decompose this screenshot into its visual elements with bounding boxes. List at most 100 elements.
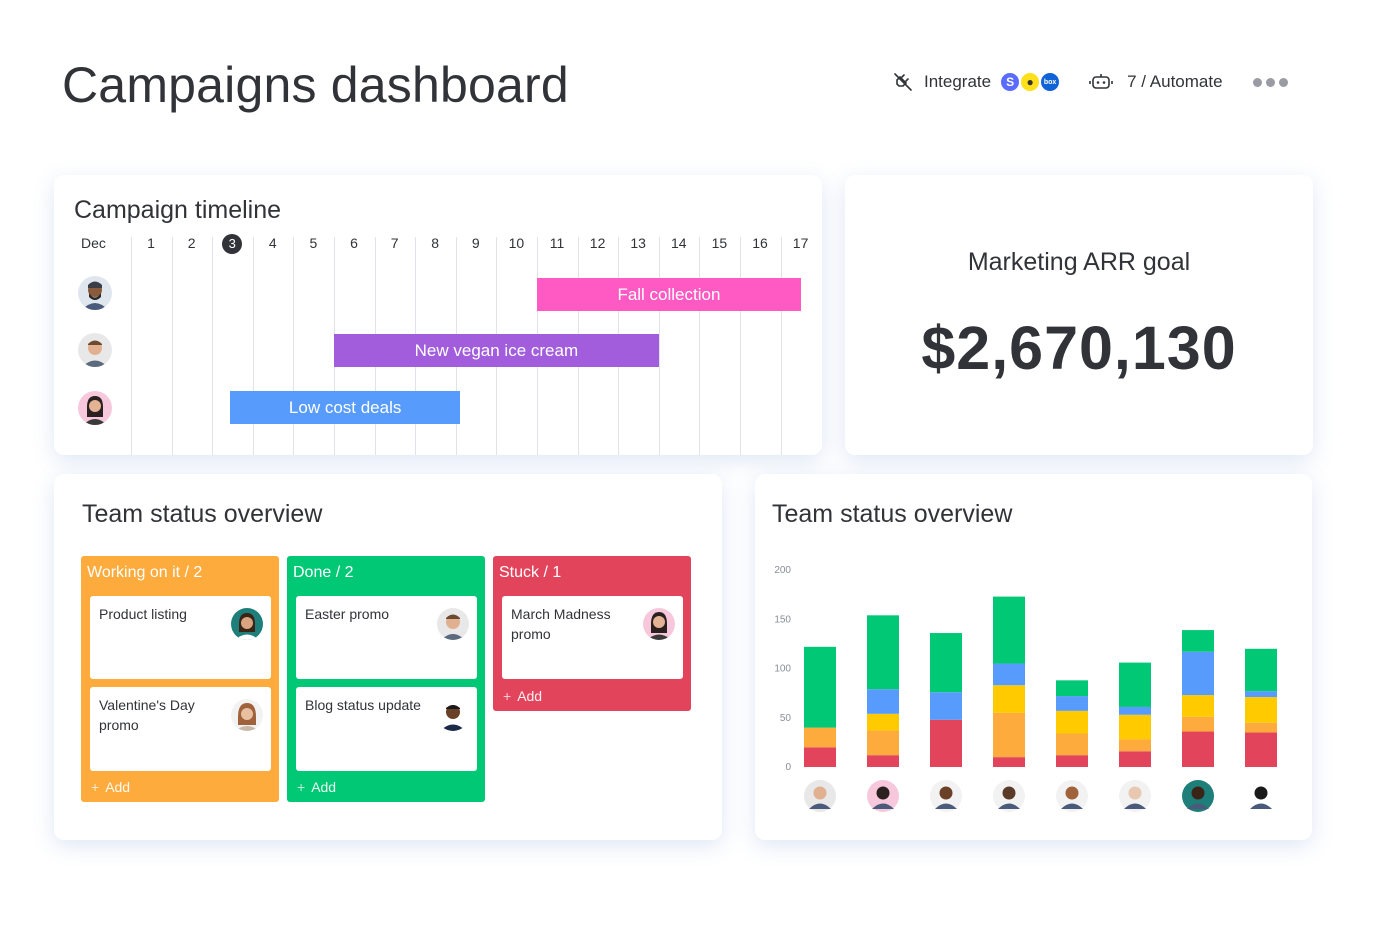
timeline-month: Dec	[81, 235, 106, 251]
bar-segment[interactable]	[1182, 630, 1214, 652]
widget-title: Campaign timeline	[74, 196, 282, 224]
timeline-day: 16	[752, 235, 768, 251]
timeline-day: 3	[212, 234, 252, 254]
bar-segment[interactable]	[1119, 706, 1151, 715]
bar-segment[interactable]	[1056, 733, 1088, 756]
bar-segment[interactable]	[867, 713, 899, 731]
bar-segment[interactable]	[930, 633, 962, 693]
plus-icon: +	[297, 779, 306, 795]
avatar[interactable]	[78, 391, 112, 425]
plus-icon: +	[503, 688, 512, 704]
y-tick-label: 0	[785, 762, 791, 773]
bar-segment[interactable]	[1245, 697, 1277, 723]
bar-segment[interactable]	[1182, 716, 1214, 732]
dot	[1278, 77, 1288, 87]
bar-segment[interactable]	[867, 730, 899, 756]
kanban-card[interactable]: Valentine's Day promo	[90, 687, 271, 771]
grid-line	[212, 237, 214, 455]
timeline-bar-low-cost-deals[interactable]: Low cost deals	[230, 391, 460, 424]
bar-segment[interactable]	[1119, 739, 1151, 752]
column-header[interactable]: Done / 2	[287, 556, 485, 590]
timeline-day: 17	[792, 235, 809, 251]
column-header[interactable]: Working on it / 2	[81, 556, 279, 590]
bar-segment[interactable]	[993, 712, 1025, 758]
bar-segment[interactable]	[993, 663, 1025, 686]
s-app-icon[interactable]: S	[999, 71, 1022, 93]
add-item-button[interactable]: + Add	[91, 779, 130, 795]
bar-segment[interactable]	[1182, 695, 1214, 717]
avatar[interactable]	[930, 780, 962, 812]
mailchimp-icon[interactable]: ●	[1019, 71, 1042, 93]
kanban-card[interactable]: Easter promo	[296, 596, 477, 679]
bar-segment[interactable]	[1182, 731, 1214, 767]
grid-line	[171, 237, 173, 455]
y-tick-label: 200	[774, 565, 791, 576]
kanban-card[interactable]: March Madness promo	[502, 596, 683, 679]
card-title: Valentine's Day promo	[99, 697, 195, 733]
timeline-day: 5	[309, 235, 318, 251]
kanban-column-working-on-it: Working on it / 2 Product listing Valent…	[81, 556, 279, 802]
integrate-button[interactable]: Integrate	[892, 71, 991, 93]
bar-segment[interactable]	[1056, 755, 1088, 767]
bar-segment[interactable]	[867, 615, 899, 690]
bar-segment[interactable]	[1119, 751, 1151, 767]
automate-button[interactable]: 7 / Automate	[1089, 72, 1223, 92]
add-item-button[interactable]: + Add	[503, 688, 542, 704]
bar-segment[interactable]	[804, 727, 836, 748]
bar-segment[interactable]	[1245, 691, 1277, 698]
column-header[interactable]: Stuck / 1	[493, 556, 691, 590]
bar-segment[interactable]	[1119, 714, 1151, 740]
bar-segment[interactable]	[1245, 722, 1277, 733]
avatar[interactable]	[867, 780, 899, 812]
avatar-head	[1191, 786, 1205, 800]
avatar	[643, 608, 675, 640]
avatar-head	[1128, 786, 1142, 800]
toolbar: Integrate S ● box 7 / Automate	[892, 68, 1292, 96]
timeline-day: 8	[431, 235, 440, 251]
bar-segment[interactable]	[867, 755, 899, 767]
bar-segment[interactable]	[804, 747, 836, 767]
timeline-bar-fall-collection[interactable]: Fall collection	[537, 278, 801, 311]
bar-segment[interactable]	[930, 719, 962, 767]
more-dots-icon[interactable]	[1252, 77, 1292, 87]
kanban-column-done: Done / 2 Easter promo Blog status update…	[287, 556, 485, 802]
bar-segment[interactable]	[993, 757, 1025, 767]
avatar-head	[876, 786, 890, 800]
bar-segment[interactable]	[1245, 732, 1277, 767]
bar-segment[interactable]	[1245, 648, 1277, 692]
avatar[interactable]	[1245, 780, 1277, 812]
bar-segment[interactable]	[930, 692, 962, 720]
widget-title: Team status overview	[82, 500, 323, 528]
kanban-card[interactable]: Product listing	[90, 596, 271, 679]
bar-chart: 0 50 100 150 200	[774, 565, 1277, 812]
bar-segment[interactable]	[1056, 680, 1088, 697]
avatar[interactable]	[804, 780, 836, 812]
bar-segment[interactable]	[1056, 696, 1088, 711]
avatar[interactable]	[1056, 780, 1088, 812]
dot	[1265, 77, 1275, 87]
timeline-day: 1	[147, 235, 155, 251]
kanban-card[interactable]: Blog status update	[296, 687, 477, 771]
avatar[interactable]	[78, 333, 112, 367]
avatar[interactable]	[1119, 780, 1151, 812]
arr-value: $2,670,130	[921, 314, 1237, 382]
add-item-button[interactable]: + Add	[297, 779, 336, 795]
avatar[interactable]	[1182, 780, 1214, 812]
today-marker: 3	[222, 234, 243, 254]
bar-segment[interactable]	[1119, 662, 1151, 707]
avatar-head	[939, 786, 953, 800]
timeline-day: 10	[508, 235, 525, 251]
bar-segment[interactable]	[1056, 710, 1088, 734]
bar-segment[interactable]	[993, 596, 1025, 664]
integration-apps: S ● box	[999, 71, 1062, 93]
avatar[interactable]	[78, 276, 112, 310]
bar-segment[interactable]	[1182, 651, 1214, 696]
grid-line	[780, 237, 782, 455]
bar-segment[interactable]	[993, 685, 1025, 713]
plug-icon	[894, 73, 912, 91]
bar-segment[interactable]	[867, 689, 899, 714]
box-icon[interactable]: box	[1039, 71, 1062, 93]
bar-segment[interactable]	[804, 646, 836, 728]
avatar[interactable]	[993, 780, 1025, 812]
timeline-bar-new-vegan-ice-cream[interactable]: New vegan ice cream	[334, 334, 659, 367]
